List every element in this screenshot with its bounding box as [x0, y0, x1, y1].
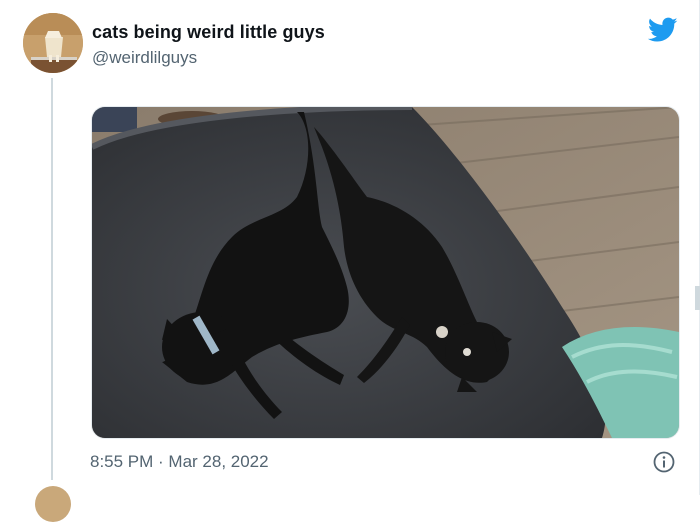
- tweet-photo[interactable]: [91, 106, 680, 439]
- twitter-bird-icon[interactable]: [648, 17, 678, 43]
- display-name[interactable]: cats being weird little guys: [92, 22, 325, 43]
- reply-avatar[interactable]: [35, 486, 71, 522]
- thread-connector-line: [51, 78, 53, 480]
- tweet-timestamp[interactable]: 8:55 PM · Mar 28, 2022: [90, 452, 269, 472]
- tweet-card: cats being weird little guys @weirdlilgu…: [0, 0, 700, 522]
- cats-photo-illustration: [92, 107, 679, 438]
- user-handle[interactable]: @weirdlilguys: [92, 48, 197, 68]
- info-icon[interactable]: [652, 450, 676, 474]
- avatar-image: [23, 13, 83, 73]
- scrollbar-thumb[interactable]: [695, 286, 700, 310]
- avatar[interactable]: [23, 13, 83, 73]
